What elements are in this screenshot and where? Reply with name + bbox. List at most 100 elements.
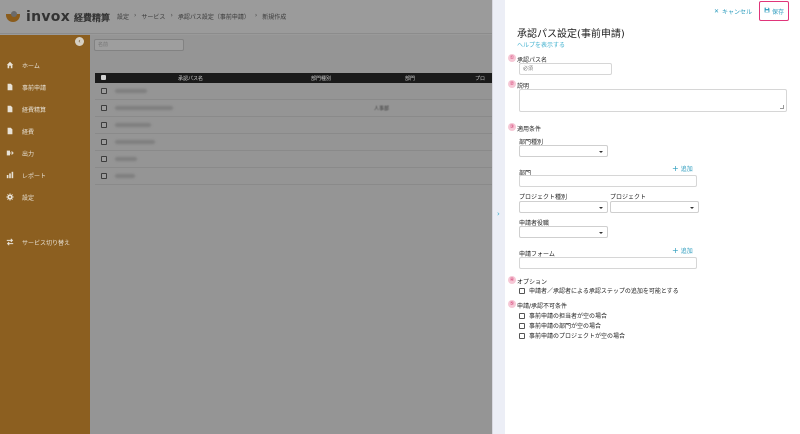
sidebar-item-label: 設定 — [22, 194, 35, 202]
add-dept-button[interactable]: + 追加 — [672, 164, 693, 173]
select-all-checkbox[interactable] — [101, 75, 106, 80]
column-header-dept-type[interactable]: 部門種別 — [311, 75, 331, 82]
sidebar-item-switch-service[interactable]: サービス切り替え — [0, 236, 90, 248]
conditions-label: 適用条件 — [517, 126, 542, 133]
option-add-step-checkbox-row[interactable]: 申請者／承認者による承認ステップの追加を可能とする — [519, 286, 679, 295]
breadcrumb-item-new: 新規作成 — [262, 14, 287, 21]
panel-toggle-strip[interactable]: › — [492, 0, 505, 434]
step-badge-1: ① — [508, 54, 516, 62]
add-label: 追加 — [680, 248, 693, 255]
row-checkbox[interactable] — [101, 88, 107, 94]
home-icon — [6, 61, 14, 69]
chevron-left-icon[interactable]: ‹ — [75, 37, 84, 46]
disallow-no-assignee-row[interactable]: 事前申請の担当者が空の場合 — [519, 311, 607, 320]
breadcrumb-separator: › — [254, 12, 258, 19]
disallow-conditions-label: 申請/承認不可条件 — [517, 303, 568, 310]
disallow-no-dept-checkbox[interactable] — [519, 322, 525, 329]
brand-subtitle: 経費精算 — [74, 13, 111, 24]
disallow-no-dept-row[interactable]: 事前申請の部門が空の場合 — [519, 321, 601, 330]
sidebar-item-settings[interactable]: 設定 — [0, 191, 90, 203]
redacted-path-name — [115, 89, 147, 93]
sidebar-item-label: 経費 — [22, 128, 35, 136]
row-checkbox[interactable] — [101, 139, 107, 145]
document-icon — [6, 127, 14, 135]
column-header-dept[interactable]: 部門 — [405, 75, 415, 82]
redacted-path-name — [115, 123, 151, 127]
row-checkbox[interactable] — [101, 173, 107, 179]
dept-input[interactable] — [519, 175, 697, 187]
sidebar-item-label: サービス切り替え — [22, 239, 71, 247]
row-checkbox[interactable] — [101, 105, 107, 111]
page-title: 承認パス設定(事前申請) — [517, 29, 625, 40]
table-row[interactable] — [95, 83, 492, 100]
add-form-button[interactable]: + 追加 — [672, 246, 693, 255]
path-name-input[interactable] — [519, 63, 612, 75]
export-icon — [6, 149, 14, 157]
cancel-button[interactable]: ✕ キャンセル — [714, 7, 752, 16]
row-dept: 人事部 — [374, 106, 390, 112]
options-label: オプション — [517, 279, 548, 286]
disallow-no-assignee-checkbox[interactable] — [519, 312, 525, 319]
sidebar-item-home[interactable]: ホーム — [0, 59, 90, 71]
app-logo[interactable]: invox 経費精算 — [6, 9, 110, 25]
breadcrumb-item-settings[interactable]: 設定 — [117, 12, 129, 21]
sidebar-item-export[interactable]: 出力 — [0, 147, 90, 159]
description-textarea[interactable] — [519, 89, 787, 112]
project-type-select[interactable] — [519, 201, 608, 213]
breadcrumb-item-service[interactable]: サービス — [141, 12, 165, 21]
project-type-label: プロジェクト種別 — [519, 194, 568, 201]
sidebar-item-pre-application[interactable]: 事前申請 — [0, 81, 90, 93]
disallow-no-project-row[interactable]: 事前申請のプロジェクトが空の場合 — [519, 331, 625, 340]
close-icon: ✕ — [714, 8, 720, 15]
dept-type-select[interactable] — [519, 145, 608, 157]
gear-icon — [6, 193, 14, 201]
approval-path-table: 承認パス名 部門種別 部門 プロ 人事部 — [95, 73, 492, 185]
disallow-no-dept-label: 事前申請の部門が空の場合 — [529, 323, 602, 330]
step-badge-3: ③ — [508, 123, 516, 131]
breadcrumb-separator: › — [134, 12, 137, 19]
table-row[interactable] — [95, 134, 492, 151]
logo-icon — [6, 11, 22, 23]
sidebar-item-report[interactable]: レポート — [0, 169, 90, 181]
plus-icon: + — [672, 245, 679, 255]
sidebar-item-label: 経費精算 — [22, 106, 47, 114]
step-badge-4: ④ — [508, 276, 516, 284]
applicant-role-select[interactable] — [519, 226, 608, 238]
redacted-path-name — [115, 174, 135, 178]
table-row[interactable]: 人事部 — [95, 100, 492, 117]
option-add-step-checkbox[interactable] — [519, 287, 525, 294]
sidebar-item-expenses[interactable]: 経費 — [0, 125, 90, 137]
document-icon — [6, 105, 14, 113]
name-filter-input[interactable] — [94, 39, 184, 51]
approval-path-settings-panel: ✕ キャンセル 保存 承認パス設定(事前申請) ヘルプを表示する ① 承認パス名… — [505, 0, 800, 434]
sidebar-item-label: ホーム — [22, 62, 40, 70]
help-link[interactable]: ヘルプを表示する — [517, 40, 565, 49]
cancel-label: キャンセル — [722, 9, 753, 16]
column-header-path-name[interactable]: 承認パス名 — [178, 75, 203, 82]
form-input[interactable] — [519, 257, 697, 269]
table-row[interactable] — [95, 151, 492, 168]
save-icon — [764, 7, 770, 15]
column-header-project[interactable]: プロ — [475, 75, 485, 82]
disallow-no-project-checkbox[interactable] — [519, 332, 525, 339]
document-icon — [6, 83, 14, 91]
project-select[interactable] — [610, 201, 699, 213]
breadcrumb-item-approval-path[interactable]: 承認パス設定（事前申請） — [178, 12, 250, 21]
table-header: 承認パス名 部門種別 部門 プロ — [95, 73, 492, 83]
row-checkbox[interactable] — [101, 156, 107, 162]
row-checkbox[interactable] — [101, 122, 107, 128]
table-row[interactable] — [95, 168, 492, 185]
chevron-right-icon[interactable]: › — [497, 210, 500, 218]
table-row[interactable] — [95, 117, 492, 134]
sidebar-item-label: レポート — [22, 172, 47, 180]
sidebar-item-label: 出力 — [22, 150, 35, 158]
redacted-path-name — [115, 157, 137, 161]
resize-handle[interactable] — [780, 105, 784, 109]
step-badge-2: ② — [508, 80, 516, 88]
plus-icon: + — [672, 163, 679, 173]
sidebar-item-expense-settlement[interactable]: 経費精算 — [0, 103, 90, 115]
breadcrumb: 設定 › サービス › 承認パス設定（事前申請） › 新規作成 — [117, 12, 286, 21]
save-button[interactable]: 保存 — [759, 1, 789, 21]
disallow-no-project-label: 事前申請のプロジェクトが空の場合 — [529, 333, 626, 340]
save-label: 保存 — [771, 8, 784, 16]
